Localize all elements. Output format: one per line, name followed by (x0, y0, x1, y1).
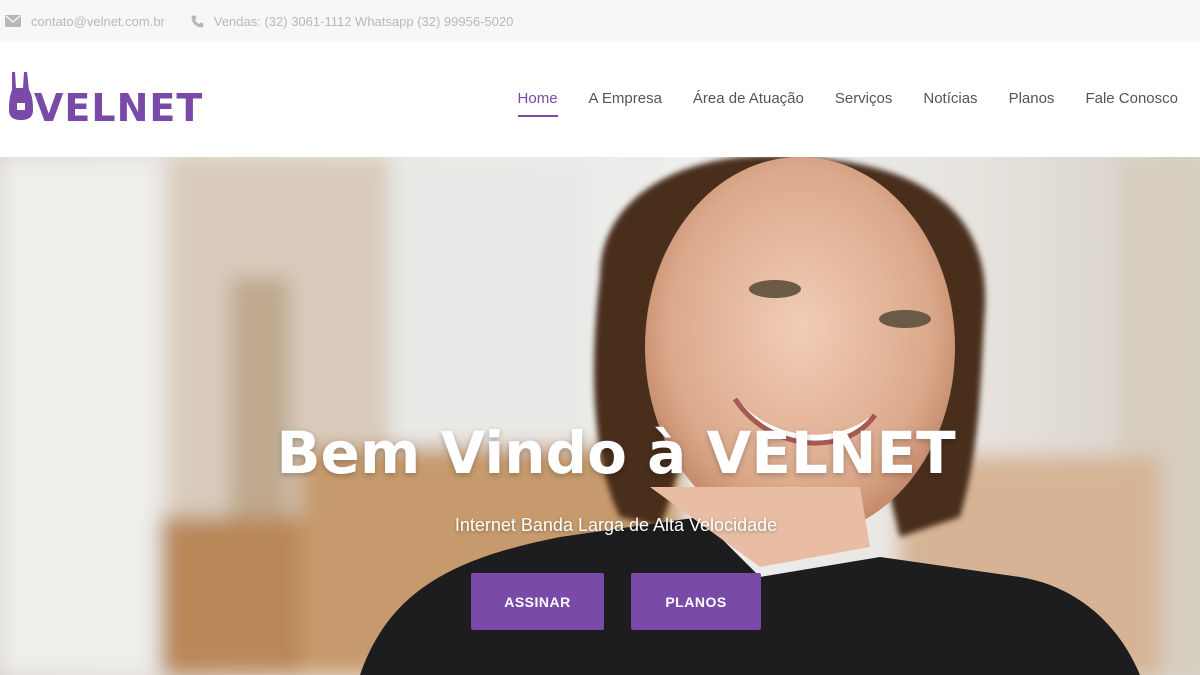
top-info-bar: contato@velnet.com.br Vendas: (32) 3061-… (0, 0, 1200, 42)
velnet-logo[interactable]: VELNET (6, 70, 203, 127)
contact-phone-text: Vendas: (32) 3061-1112 Whatsapp (32) 999… (213, 13, 514, 29)
nav-item-servicos[interactable]: Serviços (835, 90, 893, 115)
nav-item-noticias[interactable]: Notícias (923, 90, 977, 115)
nav-item-home[interactable]: Home (517, 90, 558, 117)
logo-mark-icon (6, 70, 36, 127)
nav-item-area-de-atuacao[interactable]: Área de Atuação (693, 90, 804, 115)
nav-item-a-empresa[interactable]: A Empresa (589, 90, 662, 115)
main-nav: Home A Empresa Área de Atuação Serviços … (487, 90, 1178, 117)
assinar-button[interactable]: ASSINAR (471, 573, 604, 630)
hero-title: Bem Vindo à VELNET (276, 419, 956, 487)
nav-item-fale-conosco[interactable]: Fale Conosco (1085, 90, 1178, 115)
contact-phone: Vendas: (32) 3061-1112 Whatsapp (32) 999… (191, 14, 513, 29)
contact-email-text[interactable]: contato@velnet.com.br (31, 14, 165, 29)
hero-banner: Bem Vindo à VELNET Internet Banda Larga … (0, 157, 1200, 675)
logo-text: VELNET (34, 86, 204, 130)
envelope-icon (5, 15, 21, 27)
phone-icon (191, 15, 204, 28)
site-header: VELNET Home A Empresa Área de Atuação Se… (0, 42, 1200, 157)
hero-subtitle: Internet Banda Larga de Alta Velocidade (454, 515, 778, 535)
contact-email[interactable]: contato@velnet.com.br (5, 14, 165, 29)
planos-button[interactable]: PLANOS (631, 573, 761, 630)
nav-item-planos[interactable]: Planos (1009, 90, 1055, 115)
